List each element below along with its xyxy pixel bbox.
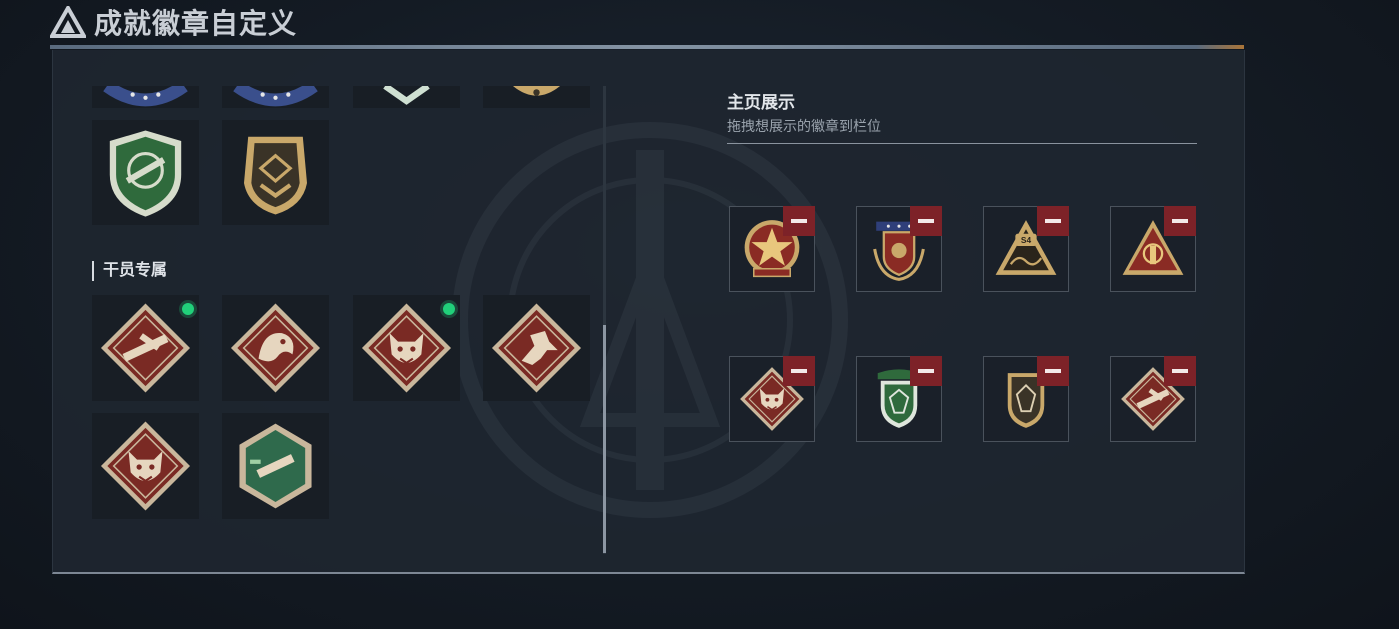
gold-shield-badge-icon bbox=[244, 136, 307, 215]
minus-icon bbox=[1172, 369, 1188, 373]
remove-badge-button[interactable] bbox=[1164, 206, 1196, 236]
badge-slot[interactable] bbox=[222, 413, 329, 519]
showcase-slot[interactable] bbox=[1110, 356, 1196, 442]
red-diamond-wolf-badge-icon bbox=[100, 421, 191, 511]
remove-badge-button[interactable] bbox=[783, 206, 815, 236]
badge-slot[interactable] bbox=[92, 86, 199, 108]
badge-slot[interactable] bbox=[92, 413, 199, 519]
navy-wreath-badge-icon bbox=[103, 86, 188, 107]
section-label-operator: 干员专属 bbox=[92, 261, 167, 281]
minus-icon bbox=[791, 219, 807, 223]
minus-icon bbox=[1172, 219, 1188, 223]
showcase-divider bbox=[727, 143, 1197, 144]
showcase-subtitle: 拖拽想展示的徽章到栏位 bbox=[727, 118, 881, 134]
navy-wreath-badge-icon bbox=[233, 86, 318, 107]
remove-badge-button[interactable] bbox=[910, 356, 942, 386]
minus-icon bbox=[1045, 369, 1061, 373]
new-indicator-dot bbox=[182, 303, 194, 315]
badge-slot[interactable] bbox=[483, 86, 590, 108]
remove-badge-button[interactable] bbox=[910, 206, 942, 236]
green-rifle-shield-badge-icon bbox=[109, 130, 182, 217]
badge-slot[interactable] bbox=[483, 295, 590, 401]
remove-badge-button[interactable] bbox=[1164, 356, 1196, 386]
new-indicator-dot bbox=[443, 303, 455, 315]
scrollbar-thumb[interactable] bbox=[603, 325, 606, 553]
minus-icon bbox=[918, 369, 934, 373]
red-diamond-runner-badge-icon bbox=[491, 303, 582, 393]
badge-slot[interactable] bbox=[353, 86, 460, 108]
remove-badge-button[interactable] bbox=[783, 356, 815, 386]
showcase-slot[interactable] bbox=[729, 356, 815, 442]
remove-badge-button[interactable] bbox=[1037, 206, 1069, 236]
red-diamond-dragon-badge-icon bbox=[230, 303, 321, 393]
triangle-logo-icon bbox=[50, 6, 86, 38]
green-chevron-badge-icon bbox=[383, 86, 430, 105]
badge-slot[interactable] bbox=[92, 120, 199, 225]
title-divider bbox=[50, 45, 1244, 49]
green-hexagon-weapon-badge-icon bbox=[239, 423, 312, 509]
minus-icon bbox=[918, 219, 934, 223]
minus-icon bbox=[1045, 219, 1061, 223]
badge-slot[interactable] bbox=[222, 86, 329, 108]
page-header: 成就徽章自定义 bbox=[50, 0, 297, 44]
minus-icon bbox=[791, 369, 807, 373]
showcase-slot[interactable] bbox=[856, 206, 942, 292]
svg-text:S4: S4 bbox=[1021, 235, 1032, 245]
remove-badge-button[interactable] bbox=[1037, 356, 1069, 386]
showcase-slot[interactable] bbox=[729, 206, 815, 292]
showcase-title: 主页展示 bbox=[727, 93, 795, 112]
badge-slot[interactable] bbox=[92, 295, 199, 401]
gold-star-badge-icon bbox=[512, 86, 561, 96]
showcase-slot[interactable]: S4 bbox=[983, 206, 1069, 292]
page-title: 成就徽章自定义 bbox=[94, 8, 298, 39]
showcase-slot[interactable] bbox=[983, 356, 1069, 442]
badge-slot[interactable] bbox=[353, 295, 460, 401]
badge-slot[interactable] bbox=[222, 295, 329, 401]
showcase-slot[interactable] bbox=[1110, 206, 1196, 292]
showcase-slot[interactable] bbox=[856, 356, 942, 442]
badge-slot[interactable] bbox=[222, 120, 329, 225]
